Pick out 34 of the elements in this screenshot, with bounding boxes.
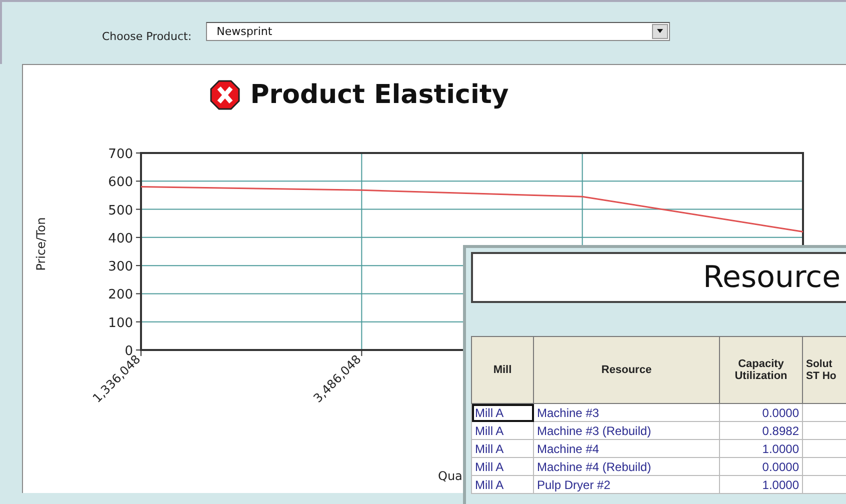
table-cell: 1.0000 [720, 440, 802, 458]
table-cell[interactable]: Mill A [472, 422, 534, 440]
y-tick-label: 600 [108, 175, 133, 190]
y-tick-label: 300 [108, 260, 133, 275]
table-cell: Pulp Dryer #2 [534, 476, 720, 494]
table-cell: Machine #4 (Rebuild) [534, 458, 720, 476]
axis-annotation: Qua [438, 469, 462, 483]
y-tick-label: 500 [108, 203, 133, 218]
table-cell: Machine #4 [534, 440, 720, 458]
y-tick-label: 700 [108, 147, 133, 162]
table-cell: 0.0000 [720, 458, 802, 476]
table-cell[interactable]: Mill A [472, 458, 534, 476]
table-cell: Machine #3 [534, 404, 720, 422]
table-cell[interactable]: Mill A [472, 404, 534, 422]
y-axis-label: Price/Ton [34, 217, 48, 271]
column-header[interactable]: Solut ST Ho [802, 336, 846, 404]
table-cell: Machine #3 (Rebuild) [534, 422, 720, 440]
choose-product-label: Choose Product: [102, 30, 192, 42]
column-header[interactable]: Mill [472, 336, 534, 404]
window-title: Resource [471, 252, 846, 303]
table-cell: 0.0000 [720, 404, 802, 422]
chart-title: Product Elasticity [250, 80, 509, 110]
y-tick-label: 200 [108, 288, 133, 303]
y-tick-label: 400 [108, 231, 133, 246]
error-icon [210, 80, 240, 110]
y-tick-label: 100 [108, 316, 133, 331]
column-header[interactable]: Capacity Utilization [720, 336, 802, 404]
table-cell: 0.8982 [720, 422, 802, 440]
dropdown-arrow-icon [656, 28, 664, 34]
table-cell[interactable]: Mill A [472, 440, 534, 458]
column-header[interactable]: Resource [534, 336, 720, 404]
table-cell: 1.0000 [720, 476, 802, 494]
table-cell[interactable]: Mill A [472, 476, 534, 494]
product-dropdown[interactable]: Newsprint [206, 22, 670, 40]
